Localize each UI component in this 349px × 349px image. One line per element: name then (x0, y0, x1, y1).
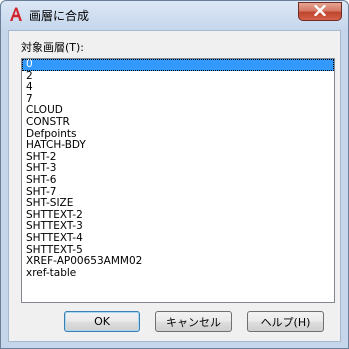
layer-list-item[interactable]: 4 (22, 82, 334, 94)
layer-list-item[interactable]: SHT-SIZE (22, 198, 334, 210)
layer-list-item[interactable]: 2 (22, 70, 334, 83)
close-icon (314, 4, 326, 19)
layer-list-item[interactable]: xref-table (22, 267, 334, 280)
dialog-window: 画層に合成 対象画層(T): 0 2 4 7 CLOUD CONSTR Defpoints H… (0, 0, 349, 349)
close-button[interactable] (298, 2, 342, 21)
layer-list-item[interactable]: SHT-6 (22, 174, 334, 187)
target-layer-label: 対象画層(T): (21, 41, 85, 54)
layer-list-item[interactable]: SHT-2 (22, 151, 334, 164)
layer-list-item[interactable]: SHT-3 (22, 163, 334, 175)
layer-list-item[interactable]: SHTTEXT-4 (22, 232, 334, 245)
target-layer-listbox[interactable]: 0 2 4 7 CLOUD CONSTR Defpoints HATCH-BDY SHT-2 SH… (21, 58, 335, 303)
layer-list-item[interactable]: 7 (22, 93, 334, 106)
dialog-client-area: 対象画層(T): 0 2 4 7 CLOUD CONSTR Defpoints HATCH-B… (8, 30, 341, 342)
window-title: 画層に合成 (29, 9, 90, 23)
title-bar[interactable]: 画層に合成 (1, 1, 348, 29)
layer-list-item[interactable]: XREF-AP00653AMM02 (22, 255, 334, 268)
layer-list-item[interactable]: HATCH-BDY (22, 140, 334, 152)
ok-button[interactable]: OK (64, 311, 140, 332)
layer-list-item[interactable]: CONSTR (22, 116, 334, 129)
layer-list-item[interactable]: 0 (22, 59, 334, 71)
autocad-logo-icon (8, 6, 24, 22)
cancel-button[interactable]: キャンセル (155, 311, 232, 332)
help-button[interactable]: ヘルプ(H) (247, 311, 324, 332)
